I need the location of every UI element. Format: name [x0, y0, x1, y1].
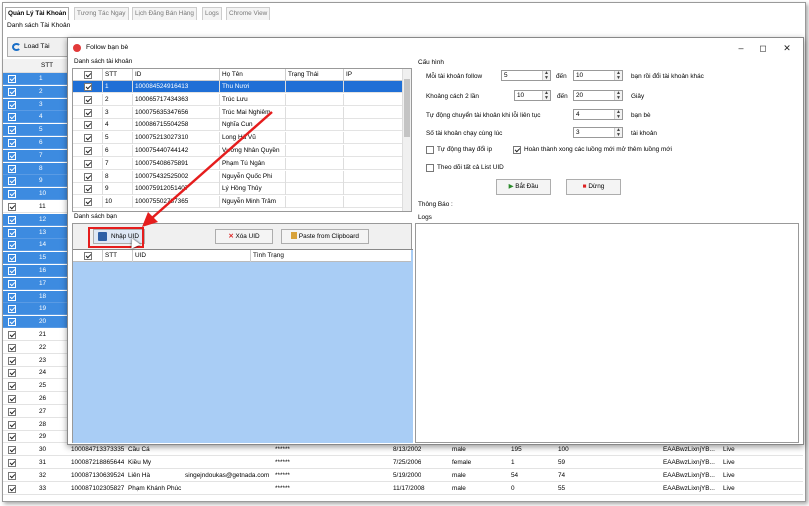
annotation-arrow: [142, 111, 273, 227]
